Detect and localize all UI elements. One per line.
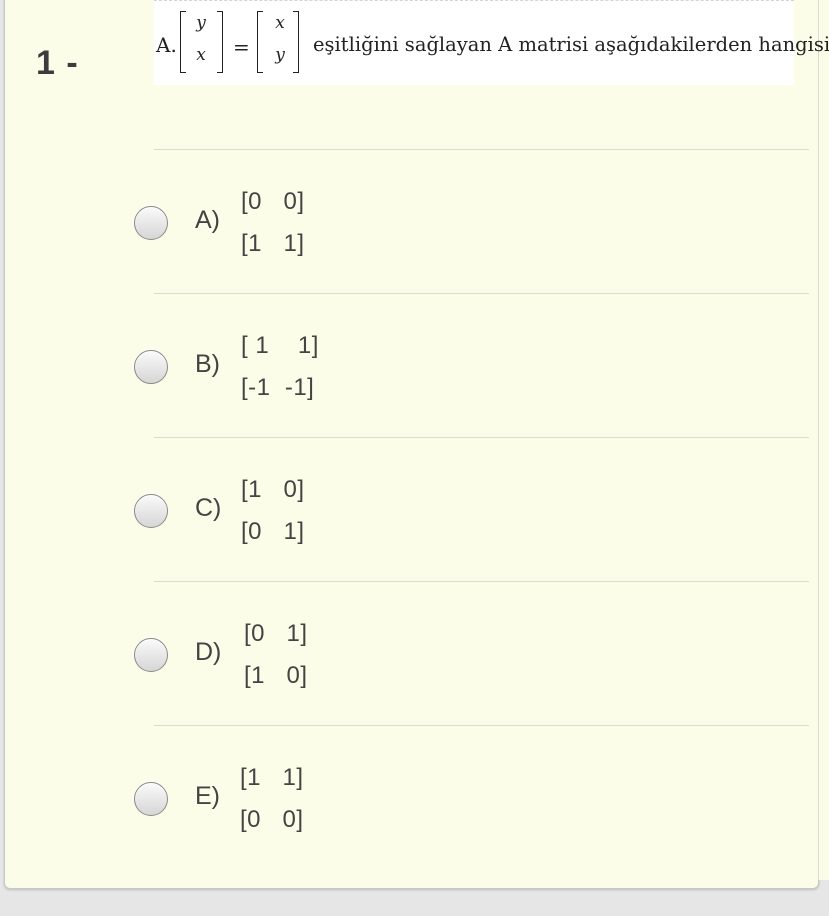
option-a-label: A) bbox=[195, 206, 220, 234]
option-e[interactable]: E) [1 1] [0 0] bbox=[134, 764, 774, 892]
radio-button-a[interactable] bbox=[134, 206, 168, 240]
vector-right-bottom: y bbox=[275, 45, 285, 65]
option-e-label: E) bbox=[195, 782, 220, 810]
option-c-label: C) bbox=[195, 494, 222, 522]
divider bbox=[154, 149, 809, 150]
option-c-matrix-row-1: [1 0] bbox=[241, 476, 305, 503]
option-b[interactable]: B) [ 1 1] [-1 -1] bbox=[134, 332, 774, 460]
option-d-matrix-row-1: [0 1] bbox=[244, 620, 308, 647]
vector-right-top: x bbox=[275, 13, 285, 33]
radio-button-d[interactable] bbox=[134, 638, 168, 672]
option-d-matrix-row-2: [1 0] bbox=[244, 662, 308, 689]
option-d[interactable]: D) [0 1] [1 0] bbox=[134, 620, 774, 748]
right-bracket-1 bbox=[217, 11, 223, 73]
option-d-label: D) bbox=[195, 638, 222, 666]
radio-button-c[interactable] bbox=[134, 494, 168, 528]
equals-sign: = bbox=[233, 35, 250, 59]
option-e-matrix-row-2: [0 0] bbox=[240, 806, 304, 833]
option-a-matrix-row-2: [1 1] bbox=[241, 230, 305, 257]
option-b-matrix-row-2: [-1 -1] bbox=[241, 374, 315, 401]
divider bbox=[154, 725, 809, 726]
option-e-matrix-row-1: [1 1] bbox=[240, 764, 304, 791]
option-c-matrix-row-2: [0 1] bbox=[241, 518, 305, 545]
divider bbox=[154, 293, 809, 294]
option-b-label: B) bbox=[195, 350, 220, 378]
matrix-symbol: A. bbox=[156, 33, 177, 57]
divider bbox=[154, 581, 809, 582]
option-b-matrix-row-1: [ 1 1] bbox=[241, 332, 319, 359]
scrollbar[interactable] bbox=[818, 0, 829, 880]
option-c[interactable]: C) [1 0] [0 1] bbox=[134, 476, 774, 604]
divider bbox=[154, 437, 809, 438]
vector-left-top: y bbox=[196, 13, 206, 33]
option-a-matrix-row-1: [0 0] bbox=[241, 188, 305, 215]
radio-button-b[interactable] bbox=[134, 350, 168, 384]
radio-button-e[interactable] bbox=[134, 782, 168, 816]
left-bracket-2 bbox=[257, 11, 263, 73]
option-a[interactable]: A) [0 0] [1 1] bbox=[134, 188, 774, 316]
left-bracket-1 bbox=[180, 11, 186, 73]
vector-left-bottom: x bbox=[196, 45, 206, 65]
right-bracket-2 bbox=[293, 11, 299, 73]
question-number: 1 - bbox=[36, 44, 79, 82]
question-text: eşitliğini sağlayan A matrisi aşağıdakil… bbox=[313, 33, 829, 56]
question-prompt: A. y x = x y eşitliğini sağlayan A matri… bbox=[154, 0, 829, 85]
